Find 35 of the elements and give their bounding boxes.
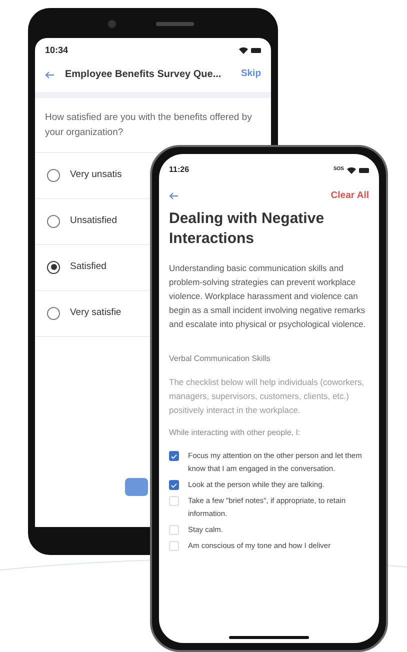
speaker-icon [156,22,194,26]
checkbox[interactable] [169,451,179,462]
option-label: Unsatisfied [70,214,117,228]
status-time: 11:26 [169,164,190,176]
battery-icon [251,48,261,54]
status-time: 10:34 [45,44,68,57]
description-paragraph: The checklist below will help individuals (coworkers, managers, supervisors, customers, clients, etc.) positively interact in the workplace. [169,376,366,418]
battery-icon [359,168,369,172]
section-heading: Verbal Communication Skills [169,353,272,366]
wifi-icon [239,47,248,54]
radio-option[interactable]: Unsatisfied [35,198,145,244]
next-button[interactable] [125,478,148,496]
checkbox[interactable] [169,480,179,490]
back-arrow-icon[interactable] [169,192,179,200]
radio-option[interactable]: Very satisfie [35,290,145,336]
checkbox[interactable] [169,525,179,536]
checkbox[interactable] [169,541,179,552]
camera-icon [108,20,116,28]
radio-button[interactable] [47,260,60,274]
radio-button[interactable] [47,214,60,228]
option-label: Very satisfie [70,306,122,320]
checkbox[interactable] [169,496,179,506]
intro-paragraph: Understanding basic communication skills and problem-solving strategies can prevent workplace violence. Workplace harassment and violence can begin as a small incident involving negative remarks and escalate into physical or psychological violence. [169,262,367,332]
radio-option[interactable]: Satisfied [35,244,145,290]
prompt-text: While interacting with other people, I: [169,427,302,440]
radio-option[interactable]: Very unsatis [35,152,145,198]
option-label: Very unsatis [70,168,122,182]
back-arrow-icon[interactable] [45,70,55,78]
page-title: Employee Benefits Survey Que... [65,68,222,82]
radio-button[interactable] [47,168,60,182]
option-label: Satisfied [70,260,106,274]
radio-button[interactable] [47,306,60,320]
clear-all-button[interactable]: Clear All [330,189,369,204]
lesson-title: Dealing with Negative Interactions [169,209,326,250]
wifi-icon [347,166,356,174]
